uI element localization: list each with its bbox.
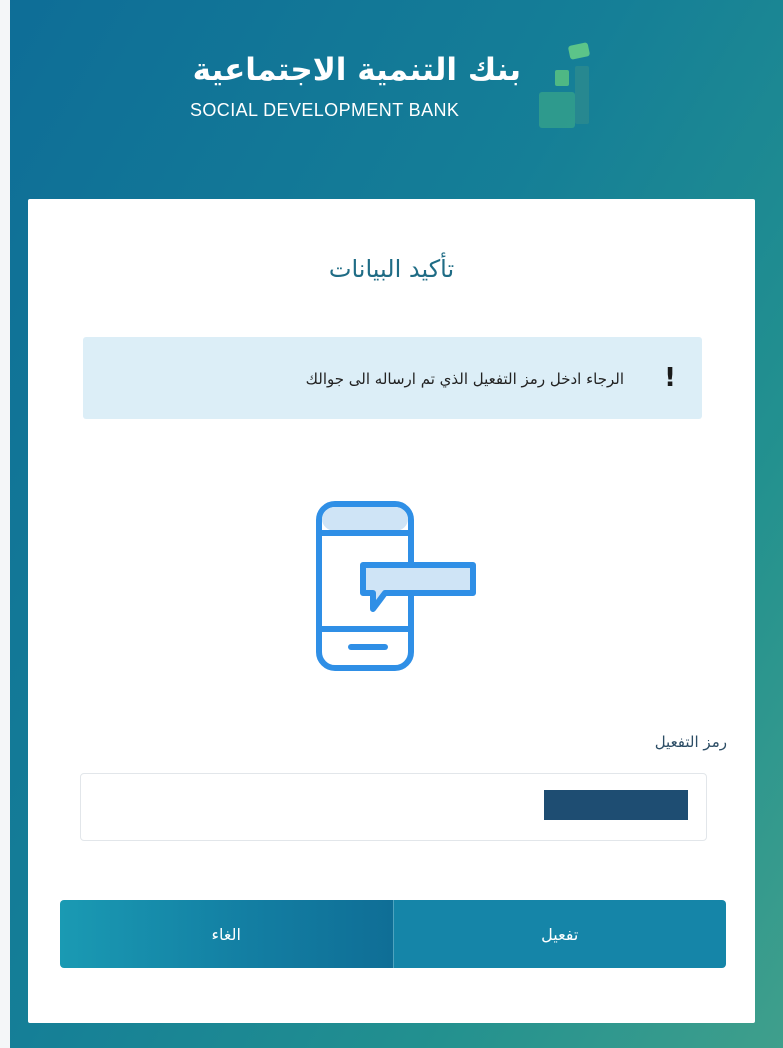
exclamation-icon: ! <box>664 363 676 393</box>
header: بنك التنمية الاجتماعية SOCIAL DEVELOPMEN… <box>0 0 783 200</box>
activate-button[interactable]: تفعيل <box>392 900 726 968</box>
redacted-code <box>544 790 688 820</box>
alert-message: الرجاء ادخل رمز التفعيل الذي تم ارساله ا… <box>305 370 624 388</box>
activation-code-label: رمز التفعيل <box>654 733 727 751</box>
info-alert: ! الرجاء ادخل رمز التفعيل الذي تم ارساله… <box>83 337 702 419</box>
activation-code-field[interactable] <box>80 773 707 841</box>
phone-sms-icon <box>316 501 476 671</box>
cancel-button[interactable]: الغاء <box>60 900 393 968</box>
bank-name-english: SOCIAL DEVELOPMENT BANK <box>190 100 460 120</box>
action-buttons: الغاء تفعيل <box>60 900 726 968</box>
verification-card: تأكيد البيانات ! الرجاء ادخل رمز التفعيل… <box>28 199 755 1023</box>
bank-logo-icon <box>539 42 590 128</box>
page-title: تأكيد البيانات <box>328 255 455 283</box>
bank-name-arabic: بنك التنمية الاجتماعية <box>192 52 522 88</box>
